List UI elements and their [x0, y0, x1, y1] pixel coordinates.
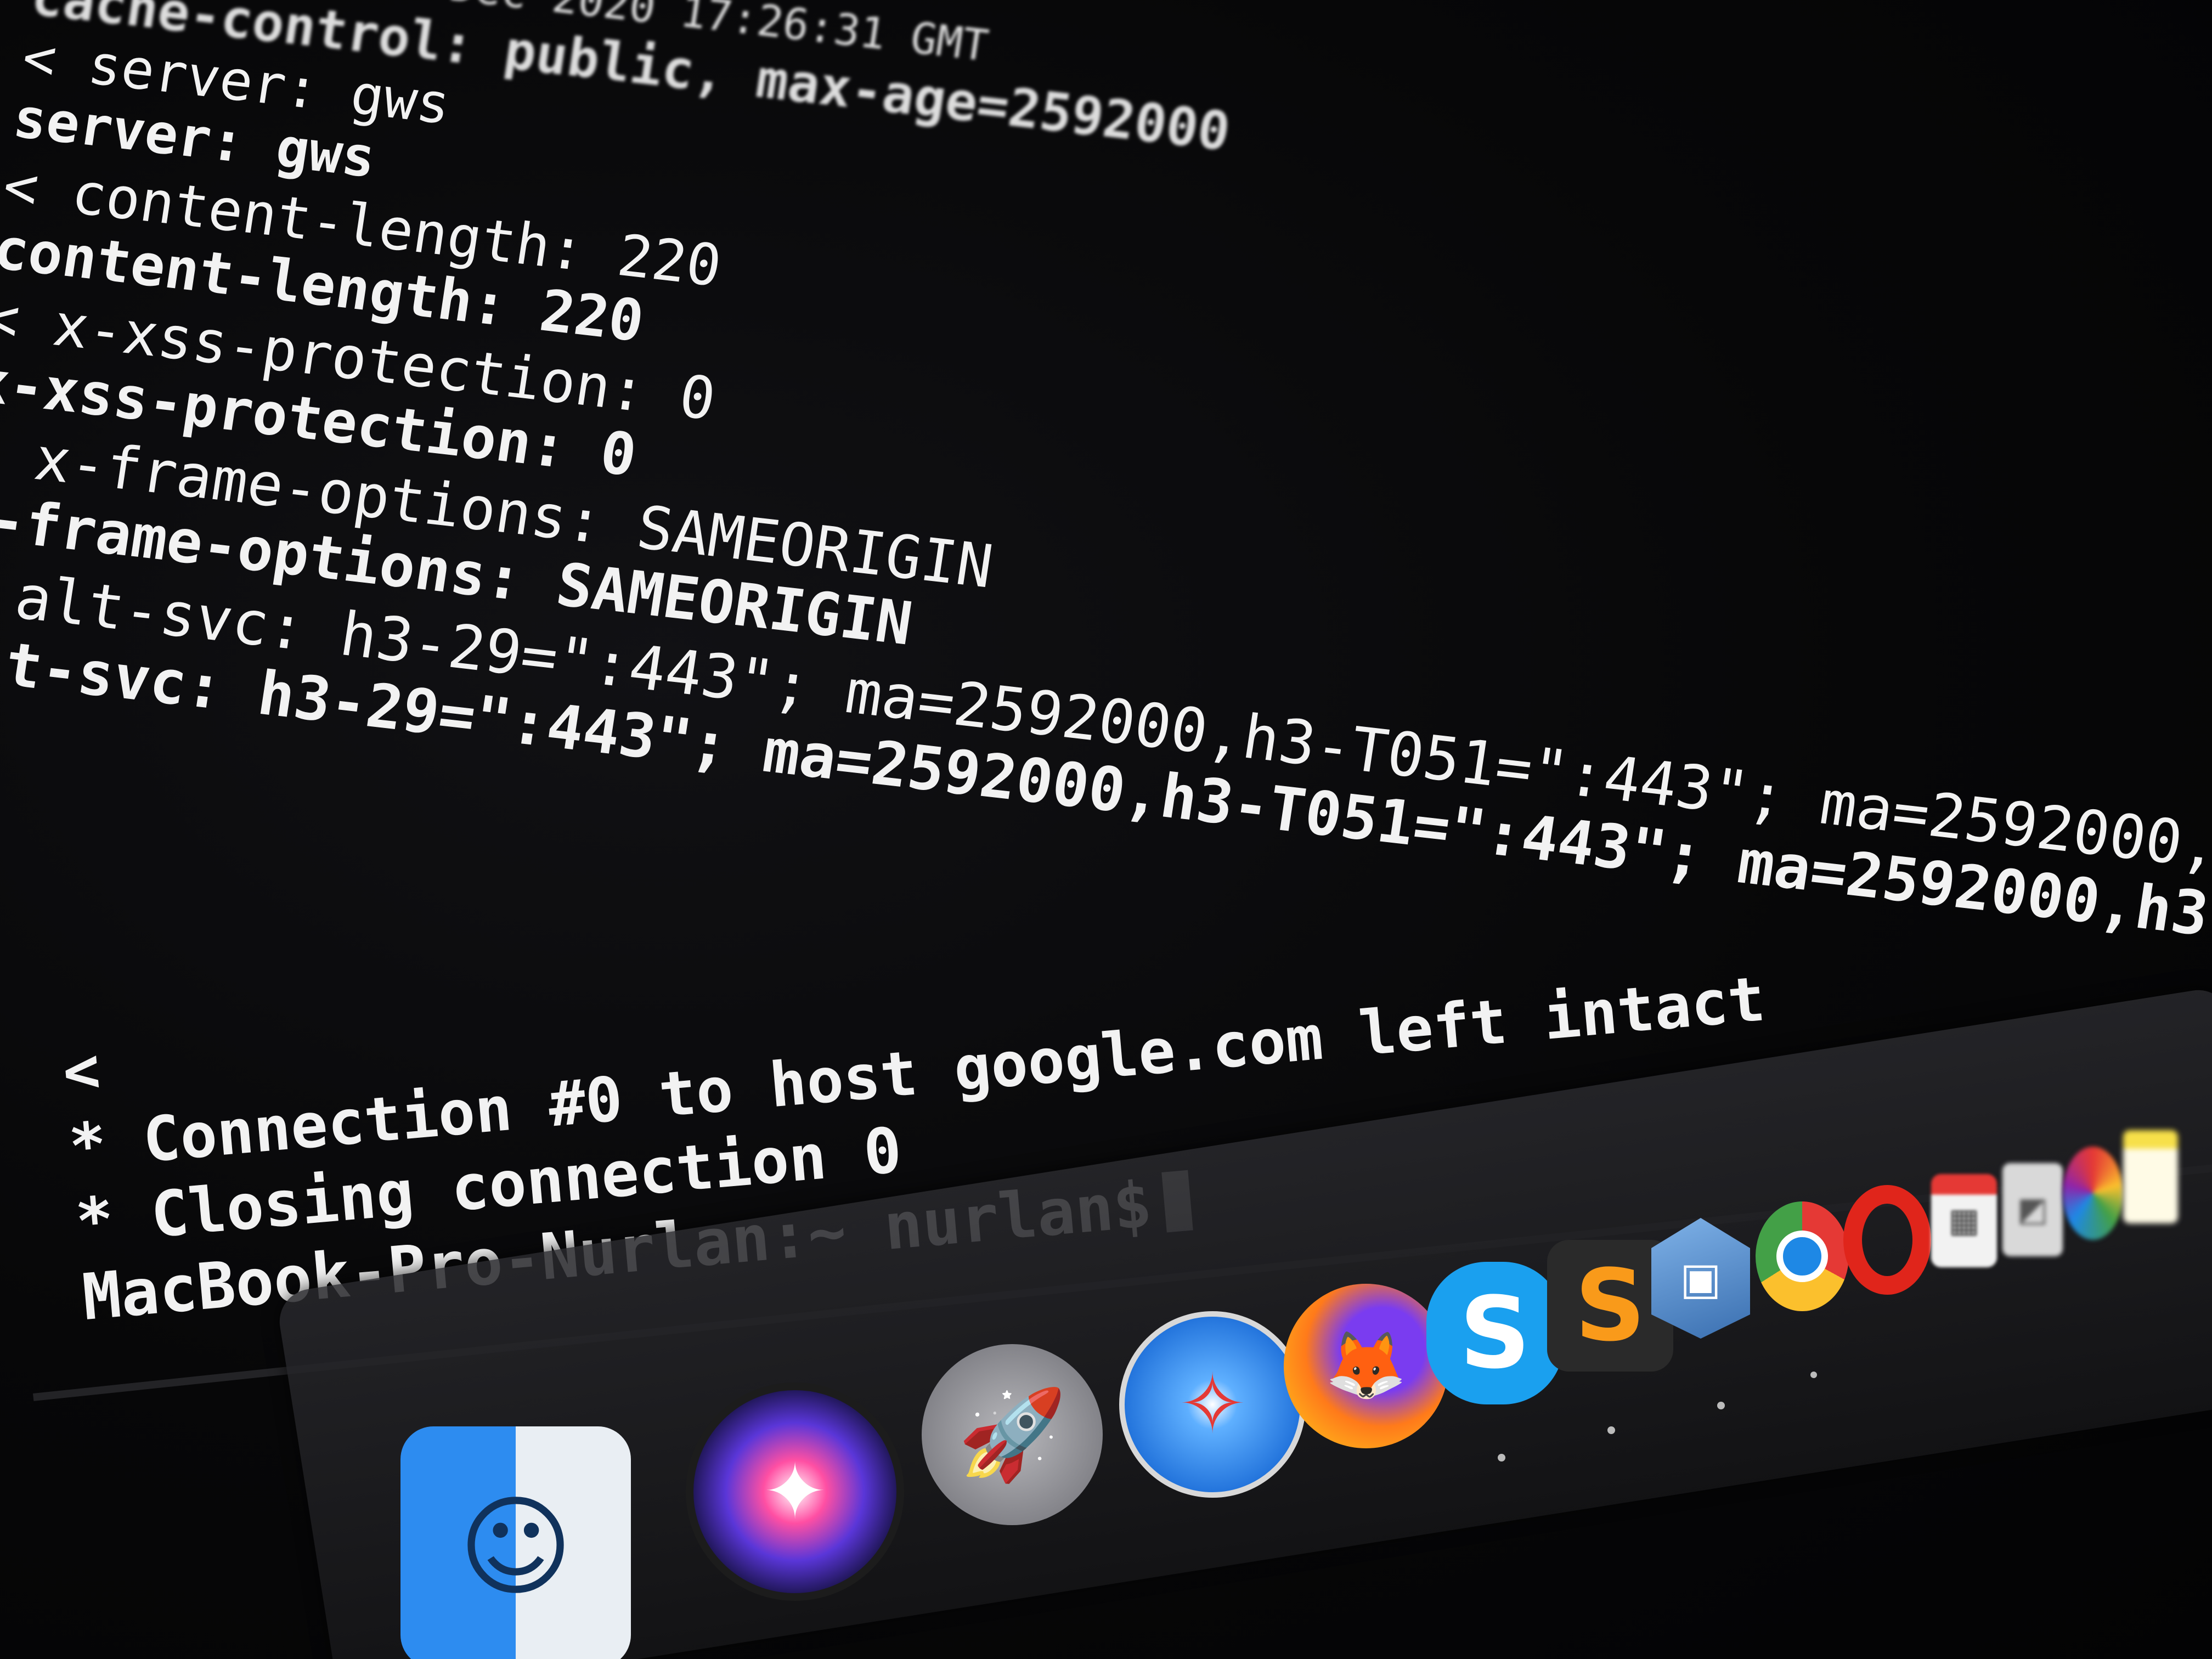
dock-app-system-preferences[interactable]	[2063, 1147, 2123, 1240]
dock-app-safari[interactable]: ✧	[1119, 1311, 1306, 1498]
virtualbox-icon: ▣	[1680, 1252, 1722, 1304]
desktop-screen: < date: Tue, 22 Dec 2020 17:26:31 GMT ca…	[0, 0, 2212, 1659]
terminal-output[interactable]: < date: Tue, 22 Dec 2020 17:26:31 GMT ca…	[0, 0, 2212, 1028]
dock-app-opera[interactable]	[1843, 1185, 1931, 1295]
running-indicator	[1717, 1402, 1725, 1409]
dock-app-calendar[interactable]: ▦	[1931, 1174, 1997, 1267]
firefox-icon: 🦊	[1325, 1328, 1407, 1404]
dock-app-preview[interactable]: ◩	[2002, 1163, 2063, 1256]
siri-icon: ✦	[763, 1447, 827, 1537]
running-indicator	[1498, 1454, 1505, 1462]
dock-app-siri[interactable]: ✦	[686, 1383, 904, 1601]
dock-app-notes[interactable]	[2123, 1130, 2178, 1223]
sublime-icon: S	[1575, 1248, 1646, 1363]
dock-app-launchpad[interactable]: 🚀	[922, 1344, 1103, 1525]
dock-app-skype[interactable]: S	[1426, 1262, 1564, 1404]
dock-app-finder[interactable]: ☺	[400, 1426, 631, 1659]
chrome-icon	[1776, 1231, 1828, 1282]
finder-icon: ☺	[458, 1483, 573, 1611]
running-indicator	[1607, 1426, 1615, 1434]
dock-app-firefox[interactable]: 🦊	[1284, 1284, 1448, 1448]
dock-app-chrome[interactable]	[1756, 1201, 1849, 1311]
calendar-icon: ▦	[1948, 1201, 1980, 1240]
compass-icon: ✧	[1178, 1357, 1247, 1452]
preview-icon: ◩	[2017, 1190, 2049, 1229]
running-indicator	[1810, 1372, 1817, 1378]
skype-icon: S	[1459, 1276, 1531, 1391]
rocket-icon: 🚀	[957, 1383, 1067, 1486]
